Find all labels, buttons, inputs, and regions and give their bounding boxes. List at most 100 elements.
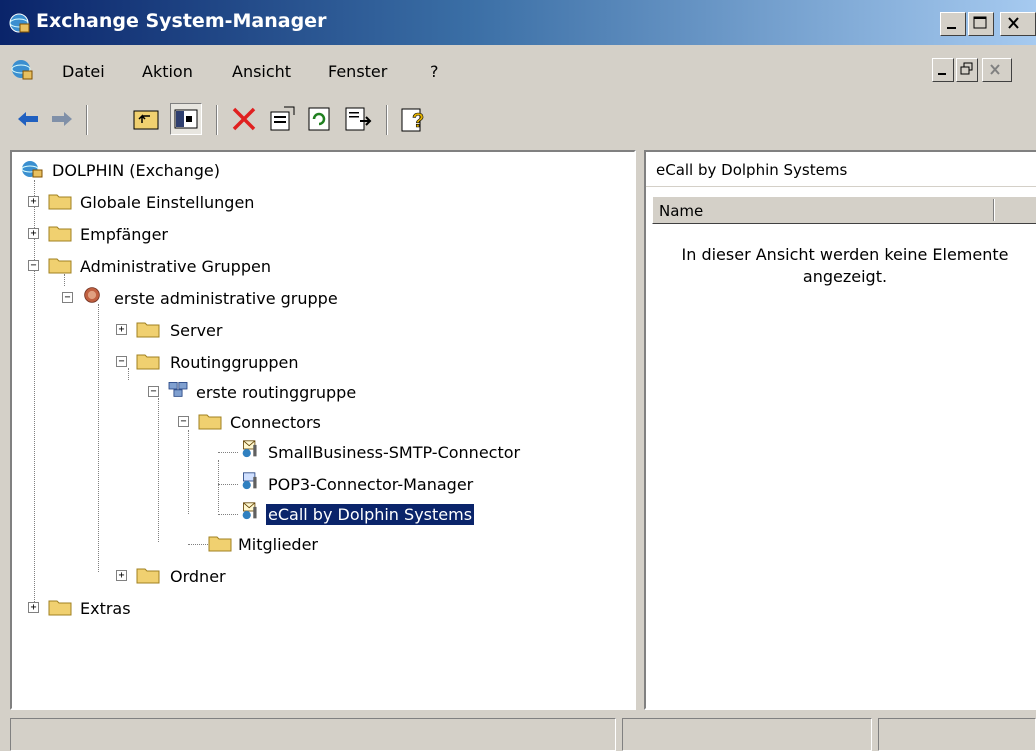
folder-icon <box>136 322 160 338</box>
tree-connector <box>218 452 238 453</box>
back-button[interactable] <box>12 103 44 135</box>
close-button[interactable] <box>1000 12 1036 36</box>
minimize-icon <box>938 73 946 75</box>
menu-datei[interactable]: Datei <box>62 62 105 81</box>
folder-icon <box>208 536 232 552</box>
empty-message-line: angezeigt. <box>802 267 888 286</box>
tree-connector <box>188 544 208 545</box>
show-hide-tree-button[interactable] <box>170 103 202 135</box>
console-tree[interactable]: DOLPHIN (Exchange) + Globale Einstellung… <box>10 150 636 710</box>
details-pane[interactable]: eCall by Dolphin Systems Name In dieser … <box>644 150 1036 710</box>
collapse-minus-icon[interactable]: − <box>116 356 127 367</box>
details-title-bar: eCall by Dolphin Systems <box>646 152 1036 187</box>
child-close-button[interactable] <box>982 58 1012 82</box>
routing-group-icon <box>168 382 188 397</box>
menu-fenster[interactable]: Fenster <box>328 62 387 81</box>
expand-plus-icon[interactable]: + <box>28 602 39 613</box>
back-arrow-icon <box>18 112 38 126</box>
empty-view-message: In dieser Ansicht werden keine Elemente … <box>652 244 1036 288</box>
collapse-minus-icon[interactable]: − <box>28 260 39 271</box>
expand-plus-icon[interactable]: + <box>116 570 127 581</box>
window-title: Exchange System-Manager <box>36 10 327 32</box>
menu-aktion[interactable]: Aktion <box>142 62 193 81</box>
tree-label: Extras <box>80 599 131 618</box>
expand-plus-icon[interactable]: + <box>28 196 39 207</box>
tree-label: Connectors <box>230 413 321 432</box>
admin-group-icon <box>84 287 100 303</box>
column-header-label: Name <box>659 202 704 220</box>
status-panel-middle <box>622 718 872 751</box>
minimize-icon <box>947 27 956 29</box>
folder-icon <box>48 194 72 210</box>
child-minimize-button[interactable] <box>932 58 954 82</box>
column-header-name[interactable]: Name <box>652 196 1036 224</box>
tree-label: Ordner <box>170 567 226 586</box>
folder-icon <box>48 258 72 274</box>
restore-icon <box>960 62 973 75</box>
tree-label: Globale Einstellungen <box>80 193 255 212</box>
expand-plus-icon[interactable]: + <box>116 324 127 335</box>
column-divider[interactable] <box>993 199 995 221</box>
forward-button[interactable] <box>46 103 78 135</box>
help-icon: ? <box>401 108 425 132</box>
menu-ansicht[interactable]: Ansicht <box>232 62 291 81</box>
tree-label: Server <box>170 321 223 340</box>
folder-icon <box>198 414 222 430</box>
status-panel-main <box>10 718 616 751</box>
maximize-button[interactable] <box>968 12 994 36</box>
console-icon[interactable] <box>10 58 34 82</box>
menu-help[interactable]: ? <box>430 62 439 81</box>
properties-icon <box>270 106 295 131</box>
title-bar[interactable]: Exchange System-Manager <box>0 0 1036 45</box>
properties-button[interactable] <box>266 103 298 135</box>
refresh-icon <box>308 107 330 131</box>
status-panel-right <box>878 718 1036 751</box>
folder-icon <box>48 600 72 616</box>
tree-label: erste administrative gruppe <box>114 289 338 308</box>
tree-connector <box>98 304 99 572</box>
tree-label: POP3-Connector-Manager <box>268 475 474 494</box>
toolbar-separator <box>216 105 218 135</box>
tree-connector <box>158 398 159 542</box>
collapse-minus-icon[interactable]: − <box>178 416 189 427</box>
delete-button[interactable] <box>228 103 260 135</box>
console-tree-icon <box>174 109 198 129</box>
refresh-button[interactable] <box>304 103 336 135</box>
exchange-org-icon <box>21 161 43 178</box>
minimize-button[interactable] <box>940 12 966 36</box>
svg-text:?: ? <box>412 110 424 132</box>
folder-up-icon <box>133 110 159 130</box>
delete-x-icon <box>232 107 256 131</box>
tree-label: Mitglieder <box>238 535 318 554</box>
tree-label: SmallBusiness-SMTP-Connector <box>268 443 521 462</box>
up-one-level-button[interactable] <box>130 103 162 135</box>
tree-connector <box>34 180 35 612</box>
tree-connector <box>218 484 238 485</box>
collapse-minus-icon[interactable]: − <box>148 386 159 397</box>
folder-icon <box>136 568 160 584</box>
export-list-button[interactable] <box>342 103 374 135</box>
tree-label: DOLPHIN (Exchange) <box>52 161 220 180</box>
tree-connector <box>188 430 189 514</box>
empty-message-line: In dieser Ansicht werden keine Elemente <box>681 245 1009 264</box>
close-icon <box>990 64 1000 75</box>
maximize-icon <box>973 16 987 29</box>
connector-icon <box>242 472 257 490</box>
close-icon <box>1008 17 1019 29</box>
tree-label: Routinggruppen <box>170 353 299 372</box>
tree-label-selected: eCall by Dolphin Systems <box>264 503 476 526</box>
collapse-minus-icon[interactable]: − <box>62 292 73 303</box>
tree-connector <box>128 368 129 380</box>
tree-label: erste routinggruppe <box>196 383 357 402</box>
folder-icon <box>136 354 160 370</box>
details-title: eCall by Dolphin Systems <box>656 161 848 179</box>
exchange-app-icon <box>9 13 30 33</box>
tree-connector <box>218 514 238 515</box>
tree-label: Administrative Gruppen <box>80 257 271 276</box>
connector-icon <box>242 440 257 458</box>
toolbar: ? <box>0 95 1036 145</box>
toolbar-separator <box>386 105 388 135</box>
help-button[interactable]: ? <box>398 103 430 135</box>
expand-plus-icon[interactable]: + <box>28 228 39 239</box>
child-restore-button[interactable] <box>956 58 978 82</box>
